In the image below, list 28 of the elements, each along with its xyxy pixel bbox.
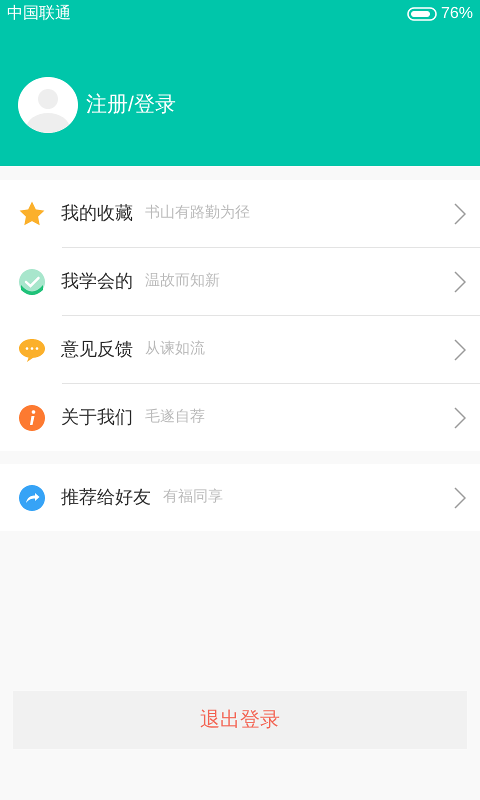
share-icon: [18, 484, 46, 512]
chevron-right-icon: [454, 338, 466, 360]
chevron-right-icon: [454, 486, 466, 508]
info-icon: [18, 404, 46, 432]
menu-item-subtitle: 温故而知新: [145, 271, 221, 292]
menu-item[interactable]: 推荐给好友 有福同享: [0, 464, 480, 531]
menu-item-title: 意见反馈: [61, 338, 133, 361]
menu-item-title: 我学会的: [61, 270, 133, 293]
avatar-icon[interactable]: [18, 77, 78, 133]
menu-item-title: 关于我们: [61, 406, 133, 429]
battery-percentage: 76%: [440, 4, 473, 24]
carrier-name: 中国联通: [7, 4, 71, 24]
menu-item-title: 我的收藏: [61, 202, 133, 225]
menu-item[interactable]: 关于我们 毛遂自荐: [0, 384, 480, 451]
chevron-right-icon: [454, 202, 466, 224]
menu-item-subtitle: 从谏如流: [145, 339, 206, 360]
checkmark-icon: [18, 268, 46, 296]
menu-item[interactable]: 我学会的 温故而知新: [0, 248, 480, 315]
menu-item-subtitle: 毛遂自荐: [145, 407, 206, 428]
menu-item-subtitle: 书山有路勤为径: [145, 203, 251, 224]
star-icon: [18, 200, 46, 228]
menu-item[interactable]: 意见反馈 从谏如流: [0, 316, 480, 383]
battery-icon: [406, 7, 437, 21]
chevron-right-icon: [454, 270, 466, 292]
menu-item-subtitle: 有福同享: [163, 487, 224, 508]
menu-item-title: 推荐给好友: [61, 486, 151, 509]
menu-item[interactable]: 我的收藏 书山有路勤为径: [0, 180, 480, 247]
chevron-right-icon: [454, 406, 466, 428]
